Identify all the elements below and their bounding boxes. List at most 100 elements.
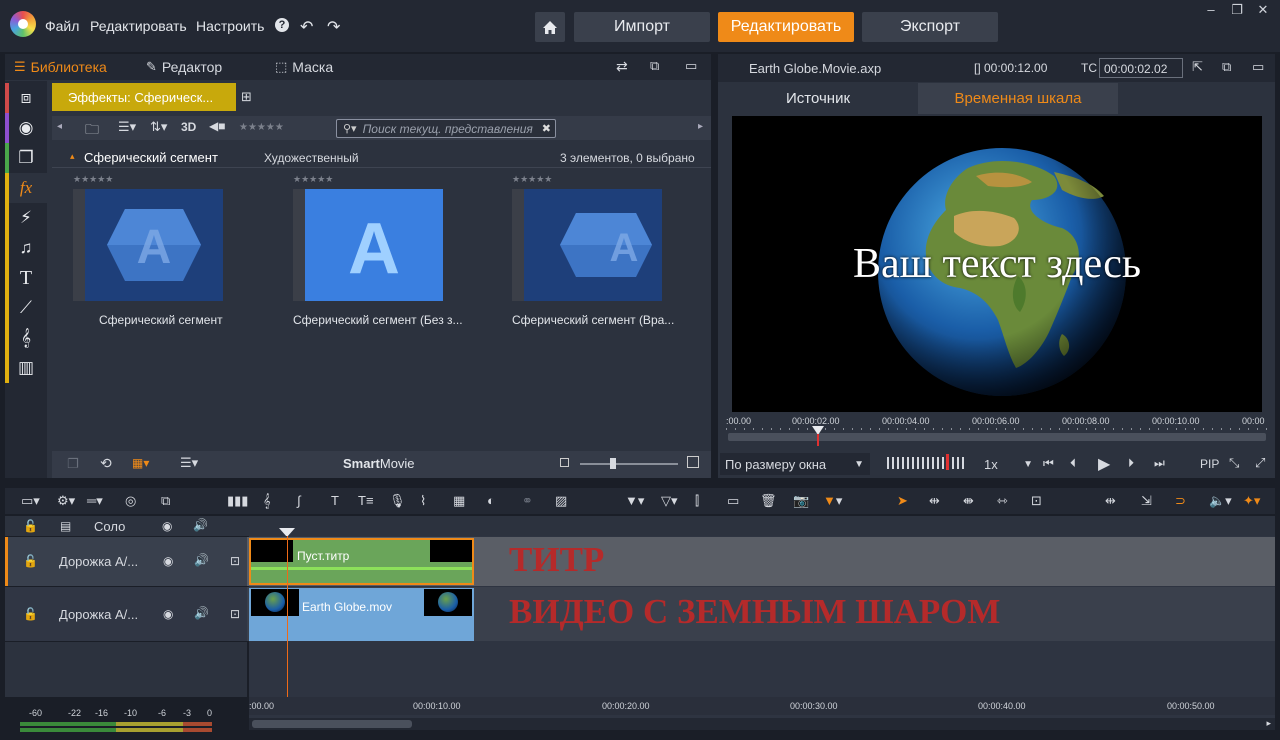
preview-scrubber-track[interactable] <box>728 433 1266 441</box>
slide-icon[interactable]: ⇿ <box>997 493 1008 509</box>
ripple-icon[interactable]: ⇹ <box>929 493 940 509</box>
solo-label[interactable]: Соло <box>94 519 125 534</box>
effect-item[interactable]: ★★★★★ A Сферический сегмент (Вра... <box>512 174 674 327</box>
sidebar-score-icon[interactable]: 𝄞 <box>5 323 47 353</box>
help-icon[interactable]: ? <box>275 18 289 32</box>
item-rating[interactable]: ★★★★★ <box>73 174 223 185</box>
scroll-left-icon[interactable]: ◂ <box>57 121 62 132</box>
delete-icon[interactable]: 🗑 <box>760 493 777 509</box>
small-size-icon[interactable] <box>560 458 569 467</box>
audio-mixer-icon[interactable]: ▮▮▮ <box>227 493 248 509</box>
edit-mode-icon[interactable]: ═▾ <box>87 493 103 509</box>
effect-thumbnail[interactable]: A <box>73 189 223 301</box>
sidebar-music-icon[interactable]: ♫ <box>5 233 47 263</box>
snapshot-icon[interactable]: 📷 <box>793 493 809 509</box>
camera-icon[interactable]: ⊡ <box>230 607 240 621</box>
collapse-icon[interactable]: ▴ <box>70 151 75 162</box>
sound-effects-icon[interactable]: ∫ <box>297 493 301 508</box>
import-button[interactable]: Импорт <box>574 12 710 42</box>
speaker-icon[interactable]: 🔊 <box>193 518 208 532</box>
track-layout-icon[interactable]: ▭▾ <box>21 493 40 509</box>
video-track-icon[interactable]: ▤ <box>60 519 71 533</box>
sidebar-collections-icon[interactable]: ❐ <box>5 143 47 173</box>
scorefitter-icon[interactable]: 𝄞 <box>263 493 271 509</box>
lock-icon[interactable]: 🔓 <box>23 519 38 533</box>
redo-icon[interactable]: ↷ <box>327 17 340 37</box>
timeline-playhead-line[interactable] <box>287 536 288 708</box>
sidebar-titles-icon[interactable]: T <box>5 263 47 293</box>
rating-filter[interactable]: ★★★★★ <box>239 122 284 133</box>
large-size-icon[interactable] <box>687 456 699 468</box>
marker-out-icon[interactable]: ▽▾ <box>661 493 678 509</box>
effect-thumbnail[interactable]: A <box>293 189 443 301</box>
track-1-lane[interactable]: Пуст.титр ТИТР <box>249 537 1275 586</box>
minimize-icon[interactable]: – <box>1200 2 1222 20</box>
pip-button[interactable]: PIP <box>1200 457 1219 471</box>
eye-icon[interactable]: ◉ <box>162 519 172 533</box>
microphone-icon[interactable]: 🎙 <box>389 493 406 509</box>
go-to-end-icon[interactable]: ⏭ <box>1154 456 1165 471</box>
undo-icon[interactable]: ↶ <box>300 17 313 37</box>
stack-icon[interactable]: ❐ <box>67 456 79 472</box>
menu-edit[interactable]: Редактировать <box>90 18 187 34</box>
video-preview[interactable]: Ваш текст здесь <box>732 116 1262 412</box>
restore-icon[interactable]: ❐ <box>1226 2 1248 20</box>
clear-search-icon[interactable]: ✖ <box>542 122 551 135</box>
eye-icon[interactable]: ◉ <box>163 554 173 568</box>
edit-button[interactable]: Редактировать <box>718 12 854 42</box>
tab-mask[interactable]: ⬚ Маска <box>275 59 333 75</box>
item-rating[interactable]: ★★★★★ <box>293 174 463 185</box>
track-1-header[interactable]: 🔓 Дорожка А/... ◉ 🔊 ⊡ <box>5 537 247 586</box>
pointer-icon[interactable]: ➤ <box>897 493 908 509</box>
track-2-header[interactable]: 🔓 Дорожка А/... ◉ 🔊 ⊡ <box>5 587 247 641</box>
sidebar-montage-icon[interactable]: ⟋ <box>5 293 47 323</box>
crop-icon[interactable]: ⤡ <box>1229 455 1239 471</box>
menu-setup[interactable]: Настроить <box>196 18 264 34</box>
list-view-icon[interactable]: ☰▾ <box>118 119 136 135</box>
image-icon[interactable]: ▨ <box>555 493 567 509</box>
detach-preview-icon[interactable]: ⧉ <box>1222 59 1231 75</box>
title-clip[interactable]: Пуст.титр <box>249 538 474 585</box>
zoom-fit-select[interactable]: По размеру окна ▼ <box>720 453 870 475</box>
disc-icon[interactable]: ◎ <box>125 493 136 509</box>
sidebar-transitions-icon[interactable]: ⚡ <box>5 203 47 233</box>
fit-icon[interactable]: ⊡ <box>1031 493 1042 509</box>
tab-timeline[interactable]: Временная шкала <box>918 83 1118 114</box>
close-icon[interactable]: ✕ <box>1252 2 1274 20</box>
settings-icon[interactable]: ⚙▾ <box>57 493 75 509</box>
storyboard-icon[interactable]: ⧉ <box>161 493 170 509</box>
zoom-icon[interactable]: ⇹ <box>1105 493 1116 509</box>
trim-icon[interactable]: ▭ <box>727 493 739 509</box>
timeline-ruler[interactable]: :00.00 00:00:10.00 00:00:20.00 00:00:30.… <box>249 697 1275 715</box>
text-icon[interactable]: T≡ <box>358 493 374 508</box>
track-2-lane[interactable]: Earth Globe.mov ВИДЕО С ЗЕМНЫМ ШАРОМ <box>249 587 1275 641</box>
lock-icon[interactable]: 🔓 <box>23 554 38 568</box>
item-rating[interactable]: ★★★★★ <box>512 174 674 185</box>
title-icon[interactable]: T <box>331 493 339 508</box>
lock-icon[interactable]: 🔓 <box>23 607 38 621</box>
grid-view-icon[interactable]: ▦▾ <box>132 456 149 470</box>
preview-ruler[interactable]: :00.00 00:00:02.00 00:00:04.00 00:00:06.… <box>726 416 1269 446</box>
step-forward-icon[interactable]: ⏵ <box>1128 456 1134 471</box>
details-view-icon[interactable]: ☰▾ <box>180 455 198 471</box>
effect-item[interactable]: ★★★★★ A Сферический сегмент (Без з... <box>293 174 463 327</box>
scroll-right-icon[interactable]: ▸ <box>1266 718 1271 729</box>
magnet-icon[interactable]: ⊃ <box>1175 493 1186 509</box>
app-logo[interactable] <box>10 11 36 37</box>
home-button[interactable] <box>535 12 565 42</box>
split-icon[interactable]: ⫿ <box>695 493 699 509</box>
layout-icon[interactable]: ▭ <box>685 58 697 74</box>
sidebar-media-icon[interactable]: ◉ <box>5 113 47 143</box>
scroll-right-icon[interactable]: ▸ <box>698 121 703 132</box>
tag-icon[interactable]: ◀■ <box>209 119 225 133</box>
menu-file[interactable]: Файл <box>45 18 79 34</box>
thumbnail-size-slider[interactable] <box>580 458 678 469</box>
tab-editor[interactable]: ✎ Редактор <box>146 59 222 75</box>
color-icon[interactable]: ◐ <box>487 493 495 508</box>
edge-trim-icon[interactable]: ⇲ <box>1141 493 1152 509</box>
tab-library[interactable]: ☰ Библиотека <box>14 59 107 75</box>
video-clip[interactable]: Earth Globe.mov <box>249 588 474 641</box>
go-to-start-icon[interactable]: ⏮ <box>1043 456 1054 471</box>
export-button[interactable]: Экспорт <box>862 12 998 42</box>
export-frame-icon[interactable]: ⇱ <box>1192 59 1203 75</box>
